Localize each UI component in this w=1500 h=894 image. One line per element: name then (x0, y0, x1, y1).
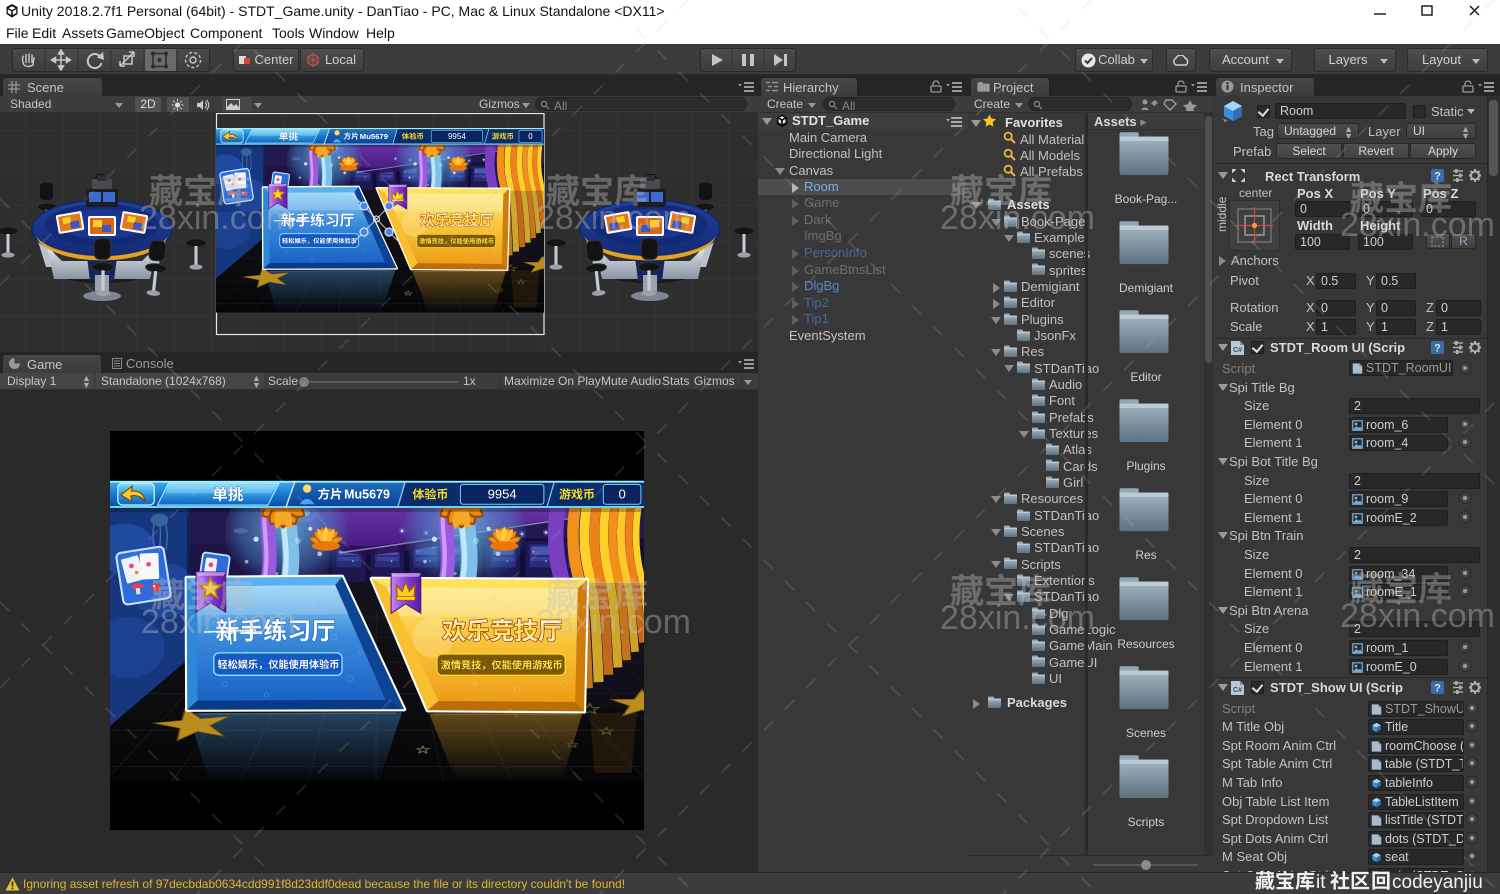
svg-text:C#: C# (1233, 347, 1242, 354)
svg-text:C#: C# (1233, 687, 1242, 694)
svg-text:?: ? (1434, 683, 1441, 695)
svg-text:?: ? (1434, 343, 1441, 355)
svg-text:?: ? (1434, 171, 1441, 183)
